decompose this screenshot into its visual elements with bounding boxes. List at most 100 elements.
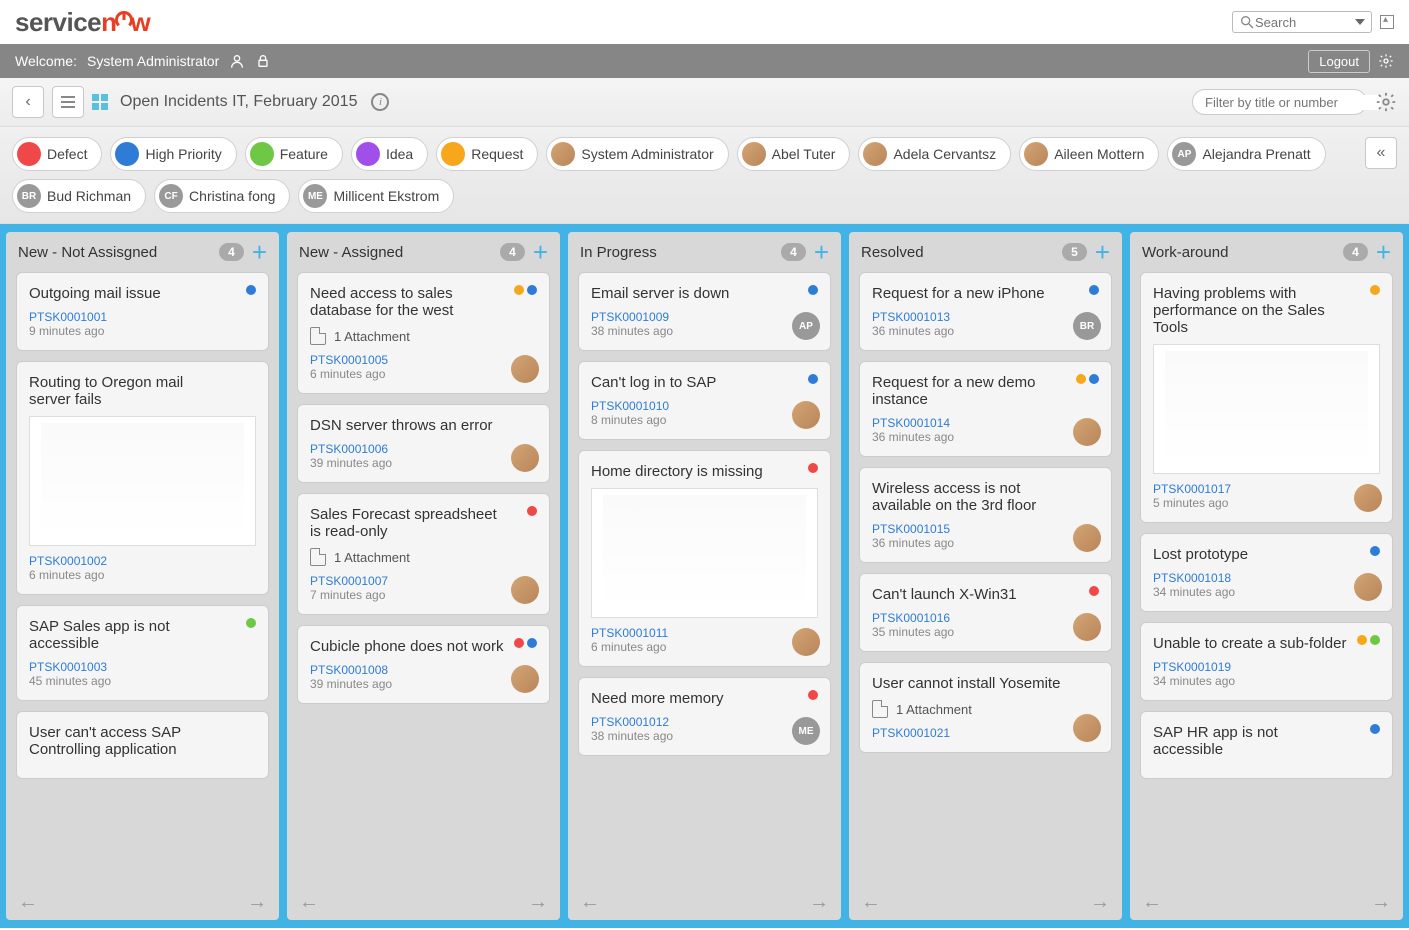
card[interactable]: Email server is downPTSK000100938 minute… xyxy=(578,272,831,351)
tag-pill[interactable]: Defect xyxy=(12,137,102,171)
card-avatar: ME xyxy=(792,717,820,745)
board-gear-icon[interactable] xyxy=(1375,91,1397,113)
tag-dot xyxy=(527,638,537,648)
tag-dot xyxy=(527,506,537,516)
card[interactable]: Routing to Oregon mail server failsPTSK0… xyxy=(16,361,269,595)
add-card-button[interactable]: + xyxy=(1376,242,1391,262)
avatar-initials: BR xyxy=(17,184,41,208)
lane-body: Outgoing mail issuePTSK00010019 minutes … xyxy=(6,272,279,885)
person-pill[interactable]: Aileen Mottern xyxy=(1019,137,1159,171)
card-title: User can't access SAP Controlling applic… xyxy=(29,724,256,758)
card-time: 6 minutes ago xyxy=(310,367,537,381)
person-pill[interactable]: APAlejandra Prenatt xyxy=(1167,137,1325,171)
card[interactable]: DSN server throws an errorPTSK000100639 … xyxy=(297,404,550,483)
expand-icon[interactable] xyxy=(1380,15,1394,29)
card[interactable]: Need access to sales database for the we… xyxy=(297,272,550,394)
tag-dot xyxy=(514,638,524,648)
card[interactable]: Outgoing mail issuePTSK00010019 minutes … xyxy=(16,272,269,351)
search-input[interactable] xyxy=(1255,15,1355,30)
card-dots xyxy=(514,638,537,648)
board-view-button[interactable] xyxy=(92,94,108,110)
info-icon[interactable]: i xyxy=(371,93,389,111)
card-title: Sales Forecast spreadsheet is read-only xyxy=(310,506,537,540)
attachment-icon xyxy=(310,548,326,566)
card-attachment: 1 Attachment xyxy=(872,700,1099,718)
tag-pill[interactable]: High Priority xyxy=(110,137,236,171)
add-card-button[interactable]: + xyxy=(1095,242,1110,262)
card[interactable]: Can't launch X-Win31PTSK000101635 minute… xyxy=(859,573,1112,652)
logout-button[interactable]: Logout xyxy=(1308,50,1370,73)
card-title: Wireless access is not available on the … xyxy=(872,480,1099,514)
tag-pill[interactable]: Feature xyxy=(245,137,343,171)
card[interactable]: SAP HR app is not accessible xyxy=(1140,711,1393,779)
lane-prev-icon[interactable]: ← xyxy=(18,891,38,914)
top-bar: servicenw xyxy=(0,0,1409,44)
user-icon[interactable] xyxy=(229,53,245,69)
add-card-button[interactable]: + xyxy=(533,242,548,262)
lane-next-icon[interactable]: → xyxy=(1371,891,1391,914)
card[interactable]: Can't log in to SAPPTSK00010108 minutes … xyxy=(578,361,831,440)
card[interactable]: Home directory is missingPTSK00010116 mi… xyxy=(578,450,831,667)
lane-title: New - Not Assisgned xyxy=(18,244,211,261)
search-dropdown-icon[interactable] xyxy=(1355,19,1365,25)
card[interactable]: Unable to create a sub-folderPTSK0001019… xyxy=(1140,622,1393,701)
lane-prev-icon[interactable]: ← xyxy=(580,891,600,914)
card[interactable]: Request for a new demo instancePTSK00010… xyxy=(859,361,1112,457)
lane-next-icon[interactable]: → xyxy=(1090,891,1110,914)
person-pill[interactable]: System Administrator xyxy=(546,137,728,171)
lane-next-icon[interactable]: → xyxy=(528,891,548,914)
card-time: 5 minutes ago xyxy=(1153,496,1380,510)
card-dots xyxy=(246,285,256,295)
card[interactable]: Request for a new iPhonePTSK000101336 mi… xyxy=(859,272,1112,351)
card-avatar xyxy=(511,355,539,383)
card-title: Routing to Oregon mail server fails xyxy=(29,374,256,408)
card-title: Outgoing mail issue xyxy=(29,285,256,302)
card-time: 34 minutes ago xyxy=(1153,585,1380,599)
card[interactable]: SAP Sales app is not accessiblePTSK00010… xyxy=(16,605,269,701)
person-pill[interactable]: Abel Tuter xyxy=(737,137,851,171)
list-view-button[interactable] xyxy=(52,86,84,118)
tag-dot xyxy=(808,690,818,700)
card[interactable]: Lost prototypePTSK000101834 minutes ago xyxy=(1140,533,1393,612)
gear-icon[interactable] xyxy=(1378,53,1394,69)
card[interactable]: Having problems with performance on the … xyxy=(1140,272,1393,523)
add-card-button[interactable]: + xyxy=(252,242,267,262)
card[interactable]: Sales Forecast spreadsheet is read-only1… xyxy=(297,493,550,615)
card-dots xyxy=(527,506,537,516)
person-pill[interactable]: Adela Cervantsz xyxy=(858,137,1011,171)
person-pill[interactable]: BRBud Richman xyxy=(12,179,146,213)
tag-pill[interactable]: Idea xyxy=(351,137,428,171)
card-title: Need access to sales database for the we… xyxy=(310,285,537,319)
person-pill[interactable]: CFChristina fong xyxy=(154,179,290,213)
add-card-button[interactable]: + xyxy=(814,242,829,262)
card[interactable]: Wireless access is not available on the … xyxy=(859,467,1112,563)
tag-dot xyxy=(527,285,537,295)
card[interactable]: User can't access SAP Controlling applic… xyxy=(16,711,269,779)
collapse-filters-button[interactable]: « xyxy=(1365,137,1397,169)
tag-label: Request xyxy=(471,146,523,162)
card-thumbnail xyxy=(1153,344,1380,474)
person-pill[interactable]: MEMillicent Ekstrom xyxy=(298,179,454,213)
card-time: 45 minutes ago xyxy=(29,674,256,688)
card-id: PTSK0001007 xyxy=(310,574,537,588)
lane-prev-icon[interactable]: ← xyxy=(299,891,319,914)
board: New - Not Assisgned 4 + Outgoing mail is… xyxy=(0,224,1409,928)
lane-next-icon[interactable]: → xyxy=(809,891,829,914)
tag-label: High Priority xyxy=(145,146,221,162)
card[interactable]: Cubicle phone does not workPTSK000100839… xyxy=(297,625,550,704)
lane-prev-icon[interactable]: ← xyxy=(861,891,881,914)
filter-input[interactable] xyxy=(1205,95,1381,110)
card[interactable]: User cannot install Yosemite1 Attachment… xyxy=(859,662,1112,753)
card-time: 34 minutes ago xyxy=(1153,674,1380,688)
card[interactable]: Need more memoryPTSK000101238 minutes ag… xyxy=(578,677,831,756)
back-button[interactable]: ‹ xyxy=(12,86,44,118)
tag-pill[interactable]: Request xyxy=(436,137,538,171)
lane-prev-icon[interactable]: ← xyxy=(1142,891,1162,914)
card-title: Need more memory xyxy=(591,690,818,707)
lock-icon[interactable] xyxy=(255,53,271,69)
global-search[interactable] xyxy=(1232,11,1372,33)
tag-dot xyxy=(1370,635,1380,645)
lane-next-icon[interactable]: → xyxy=(247,891,267,914)
lane-count: 4 xyxy=(1343,243,1368,261)
filter-box[interactable] xyxy=(1192,89,1367,115)
